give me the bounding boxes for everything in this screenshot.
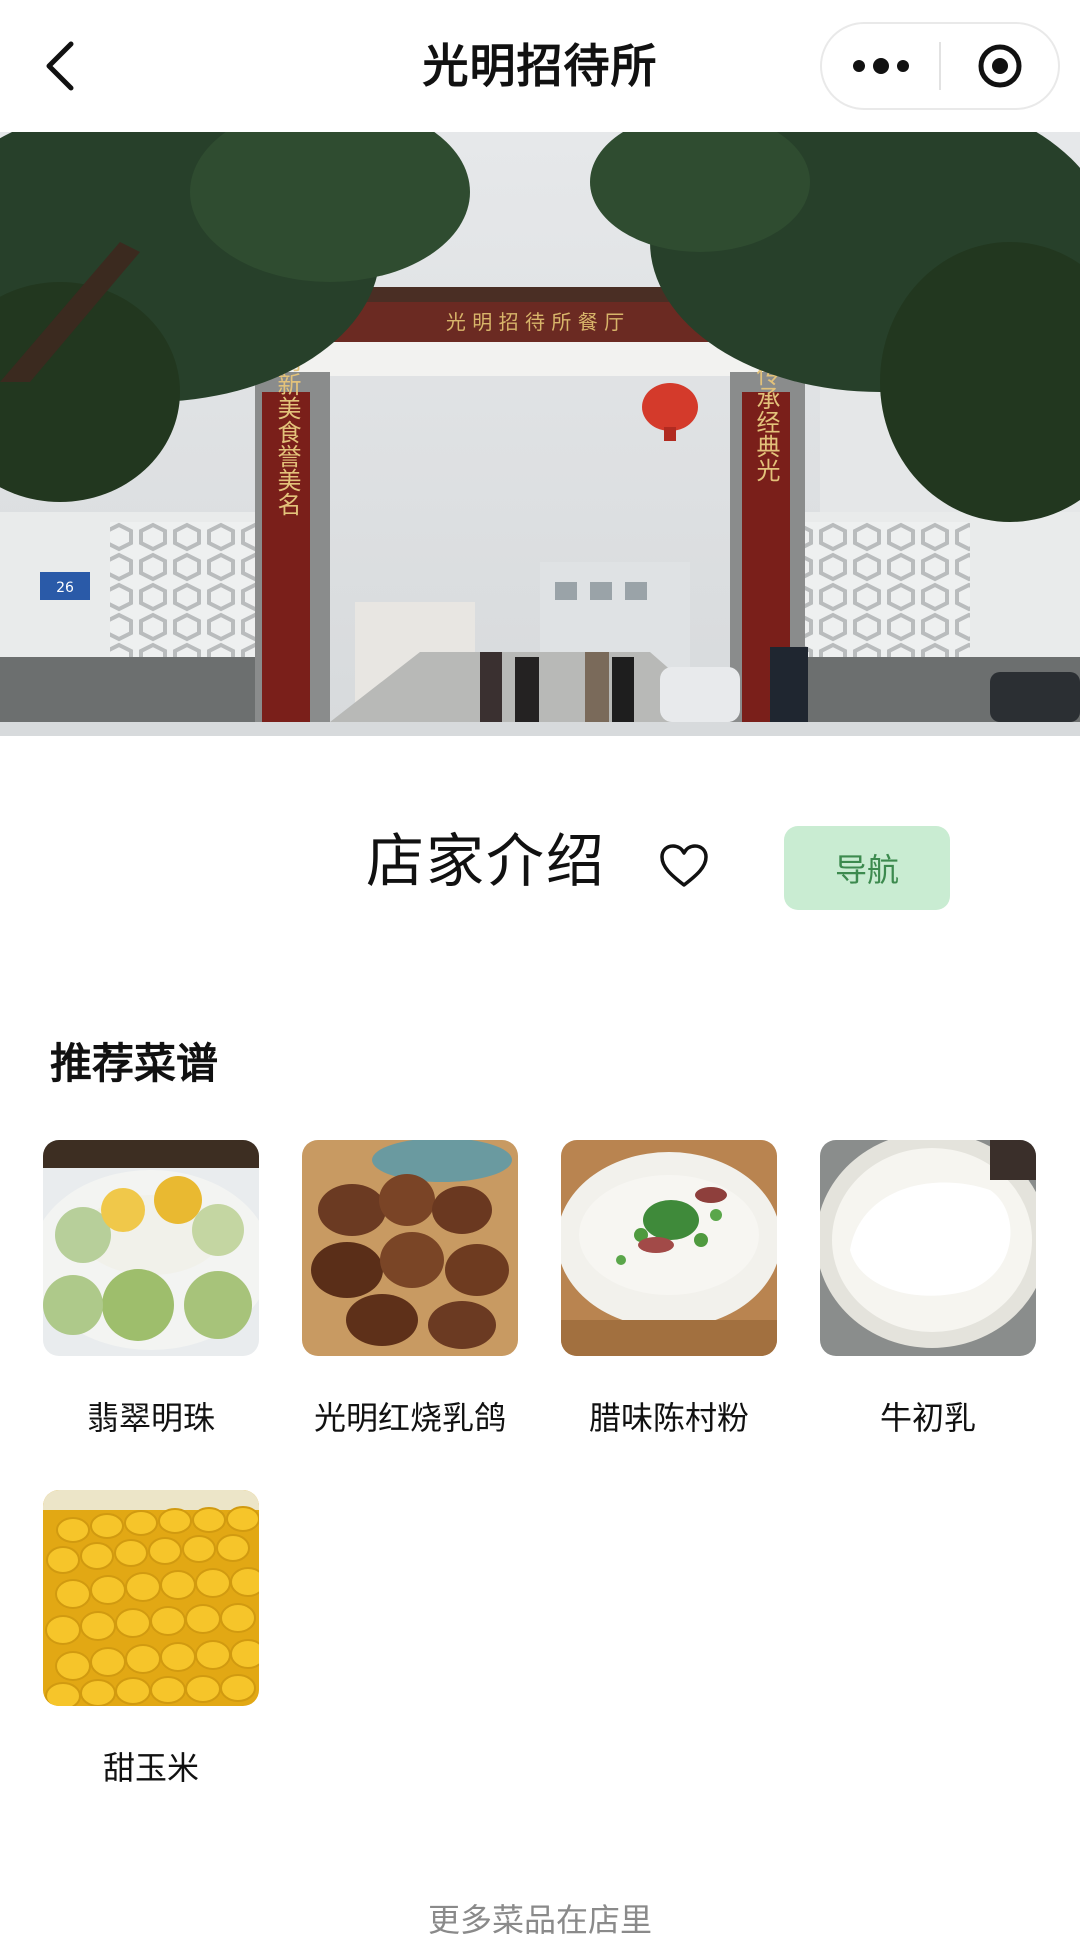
favorite-button[interactable] [656,838,712,894]
dish-card[interactable]: 翡翠明珠 [43,1140,259,1440]
gate-sign-text: 光 明 招 待 所 餐 厅 [446,310,624,334]
dish-card[interactable]: 光明红烧乳鸽 [302,1140,518,1440]
dish-photo [43,1140,259,1356]
heart-outline-icon [660,844,708,887]
more-dots-icon [852,58,909,74]
close-mini-program-button[interactable] [941,24,1058,108]
recommended-menu-title: 推荐菜谱 [50,1039,219,1088]
dish-name: 甜玉米 [102,1749,199,1787]
dish-photo [302,1140,518,1356]
more-dishes-note: 更多菜品在店里 [427,1901,652,1939]
dish-name: 腊味陈村粉 [588,1399,749,1437]
dish-card[interactable]: 腊味陈村粉 [561,1140,777,1440]
dish-photo [43,1490,259,1706]
right-couplet: 传承经典光 [752,362,780,482]
dish-photo [561,1140,777,1356]
mini-program-capsule [820,22,1060,110]
dish-name: 翡翠明珠 [86,1399,215,1437]
dish-card[interactable]: 牛初乳 [820,1140,1036,1440]
dish-name: 牛初乳 [879,1399,976,1437]
target-icon [978,44,1021,88]
dish-name: 光明红烧乳鸽 [313,1399,506,1437]
shop-intro-title[interactable]: 店家介绍 [366,826,606,896]
dish-photo [820,1140,1036,1356]
more-button[interactable] [822,24,939,108]
navigate-button[interactable]: 导航 [784,826,950,910]
navigation-bar: 光明招待所 [0,0,1080,132]
storefront-photo: 26 光 明 招 待 所 餐 厅 创新美食誉美名 传承经典光 [0,132,1080,736]
dish-card[interactable]: 甜玉米 [43,1490,259,1790]
house-number-plate: 26 [56,580,74,596]
